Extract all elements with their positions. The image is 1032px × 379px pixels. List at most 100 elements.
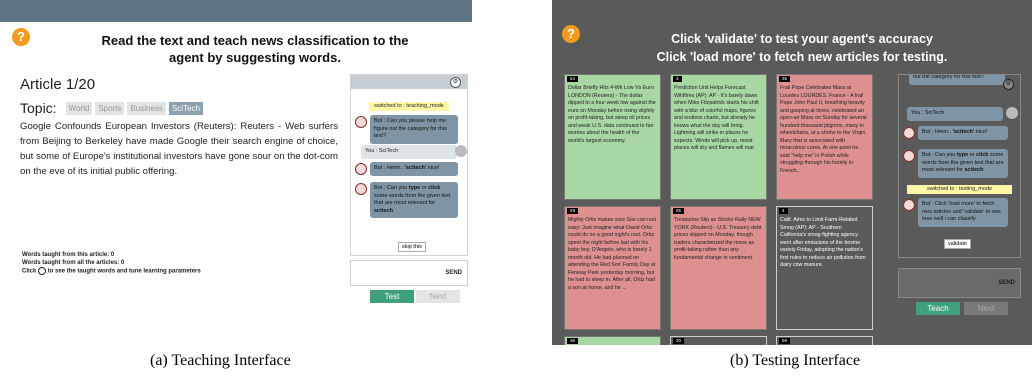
- t-bot1-post: .nice!: [974, 129, 988, 135]
- card-number: 36: [567, 338, 579, 344]
- t-bot1-pre: Bot : Hmm..: [922, 129, 952, 135]
- bot3-type: type: [408, 185, 421, 191]
- article-card[interactable]: 59: [776, 336, 873, 345]
- topic-sports-button[interactable]: Sports: [95, 101, 125, 115]
- card-text: Calif. Aims to Limit Farm-Related Smog (…: [780, 217, 866, 268]
- message-input[interactable]: SEND: [350, 260, 468, 286]
- gear-icon-2[interactable]: ⚙: [1003, 79, 1014, 90]
- bot3-click: click: [428, 185, 441, 191]
- gear-icon[interactable]: ⚙: [450, 77, 461, 88]
- help-icon[interactable]: ?: [12, 28, 30, 46]
- bot3-mid: some words from the given text that are …: [374, 192, 451, 207]
- click-hint-pre: Click: [22, 268, 37, 275]
- card-text: Treasuries Slip as Stocks Rally NEW YORK…: [674, 217, 762, 261]
- topic-selector: Topic: World Sports Business SciTech: [20, 100, 203, 116]
- card-number: 59: [779, 338, 791, 344]
- bot-avatar-icon-4: [903, 127, 915, 139]
- click-hint-post: to see the taught words and tune learnin…: [47, 268, 201, 275]
- bot3-pre: Bot : Can you: [374, 185, 408, 191]
- teaching-chat-panel: ⚙ switched to : teaching_mode Bot : Can …: [350, 74, 468, 256]
- card-number: 3: [673, 76, 682, 82]
- test-bot-message-1: Bot : Hmm.. 'scitech'.nice!: [918, 126, 1008, 140]
- t-bot1-word: 'scitech': [952, 129, 975, 135]
- article-text[interactable]: Google Confounds European Investors (Reu…: [20, 119, 338, 179]
- settings-hint: Click to see the taught words and tune l…: [22, 267, 201, 276]
- testing-instructions: Click 'validate' to test your agent's ac…: [612, 30, 992, 66]
- topic-world-button[interactable]: World: [65, 101, 93, 115]
- test-send-button[interactable]: SEND: [998, 280, 1015, 286]
- card-text: Dollar Briefly Hits 4-Wk Low Vs Euro LON…: [568, 85, 656, 144]
- skip-button[interactable]: skip this: [398, 242, 426, 252]
- teach-button[interactable]: Teach: [916, 302, 960, 315]
- bot-message-2: Bot : Hmm.. 'scitech'.nice!: [370, 162, 458, 176]
- t-bot2-or: or: [969, 152, 975, 158]
- bot-avatar-icon-2: [355, 163, 367, 175]
- words-taught-article: Words taught from this article: 0: [22, 252, 115, 258]
- user-message-1: You : SciTech: [361, 145, 457, 159]
- t-bot2-type: type: [956, 152, 969, 158]
- article-counter: Article 1/20: [20, 76, 96, 93]
- card-text: Prediction Unit Helps Forecast Wildfires…: [674, 85, 759, 151]
- topic-label: Topic:: [20, 100, 57, 116]
- t-bot2-topic: scitech: [964, 167, 984, 173]
- t-bot2-pre: Bot : Can you: [922, 152, 956, 158]
- test-message-input[interactable]: SEND: [898, 268, 1021, 298]
- settings-icon[interactable]: [38, 267, 47, 275]
- article-card[interactable]: 55 Treasuries Slip as Stocks Rally NEW YO…: [670, 206, 767, 330]
- article-card[interactable]: 35 Frail Pope Celebrates Mass at Lourdes …: [776, 74, 873, 200]
- validate-button[interactable]: validate: [944, 239, 971, 249]
- article-card[interactable]: 4 Calif. Aims to Limit Farm-Related Smog …: [776, 206, 873, 330]
- bot-message-1: Bot : Can you please help me figure out …: [370, 115, 458, 144]
- help-icon-2[interactable]: ?: [562, 25, 580, 43]
- teaching-stats: Words taught from this article: 0 Words …: [22, 251, 201, 276]
- instruction-line-2: agent by suggesting words.: [169, 50, 341, 65]
- words-taught-all: Words taught from all the articles: 0: [22, 260, 125, 266]
- instruction-line-1: Read the text and teach news classificat…: [101, 33, 409, 48]
- testing-switch-message: switched to : testing_mode: [907, 185, 1012, 194]
- test-bot-message-3: Bot : Click 'load more' to fetch new art…: [918, 198, 1008, 227]
- card-number: 54: [567, 76, 579, 82]
- article-card[interactable]: 30: [670, 336, 767, 345]
- article-card[interactable]: 29 Mighty Ortiz makes sure Sox can rest e…: [564, 206, 661, 330]
- bot2-pre: Bot : Hmm..: [374, 165, 404, 171]
- card-number: 35: [779, 76, 791, 82]
- article-card[interactable]: 3 Prediction Unit Helps Forecast Wildfire…: [670, 74, 767, 200]
- test-button[interactable]: Test: [370, 290, 414, 303]
- card-number: 55: [673, 208, 685, 214]
- teaching-instructions: Read the text and teach news classificat…: [95, 32, 415, 66]
- bot2-word: 'scitech': [404, 165, 427, 171]
- t-bot2-click: click: [976, 152, 989, 158]
- bot-avatar-icon-6: [903, 199, 915, 211]
- topic-business-button[interactable]: Business: [127, 101, 166, 115]
- teaching-top-bar: [0, 0, 472, 22]
- testing-caption: (b) Testing Interface: [730, 352, 861, 369]
- topic-scitech-button[interactable]: SciTech: [168, 101, 203, 115]
- card-text: Mighty Ortiz makes sure Sox can rest eas…: [568, 217, 657, 291]
- user-avatar-icon-2: [1006, 107, 1018, 119]
- article-card[interactable]: 36: [564, 336, 661, 345]
- bot3-topic: scitech: [374, 207, 393, 214]
- teaching-caption: (a) Teaching Interface: [150, 352, 291, 369]
- user-message: You : SciTech: [907, 107, 1003, 121]
- article-card[interactable]: 54 Dollar Briefly Hits 4-Wk Low Vs Euro L…: [564, 74, 661, 200]
- test-next-button[interactable]: Next: [964, 302, 1008, 315]
- card-number: 29: [567, 208, 579, 214]
- teaching-interface: ? Read the text and teach news classific…: [0, 0, 472, 345]
- card-number: 4: [779, 208, 788, 214]
- card-number: 30: [673, 338, 685, 344]
- bot-avatar-icon-5: [903, 150, 915, 162]
- bot3-or: or: [421, 185, 427, 191]
- test-instruction-line-2: Click 'load more' to fetch new articles …: [656, 50, 948, 64]
- bot2-post: .nice!: [426, 165, 440, 171]
- next-button[interactable]: Next: [416, 290, 460, 303]
- send-button[interactable]: SEND: [445, 270, 462, 276]
- user-avatar-icon: [455, 145, 467, 157]
- testing-chat-panel: out the category for this text? ⚙ You : …: [898, 74, 1021, 258]
- bot-message-3: Bot : Can you type or click some words f…: [370, 182, 458, 218]
- bot-avatar-icon: [355, 116, 367, 128]
- testing-interface: ? Click 'validate' to test your agent's …: [552, 0, 1032, 345]
- bot-avatar-icon-3: [355, 183, 367, 195]
- chat-header: ⚙: [351, 75, 467, 89]
- card-text: Frail Pope Celebrates Mass at Lourdes LO…: [780, 85, 867, 174]
- cut-bot-message: out the category for this text?: [909, 75, 1005, 85]
